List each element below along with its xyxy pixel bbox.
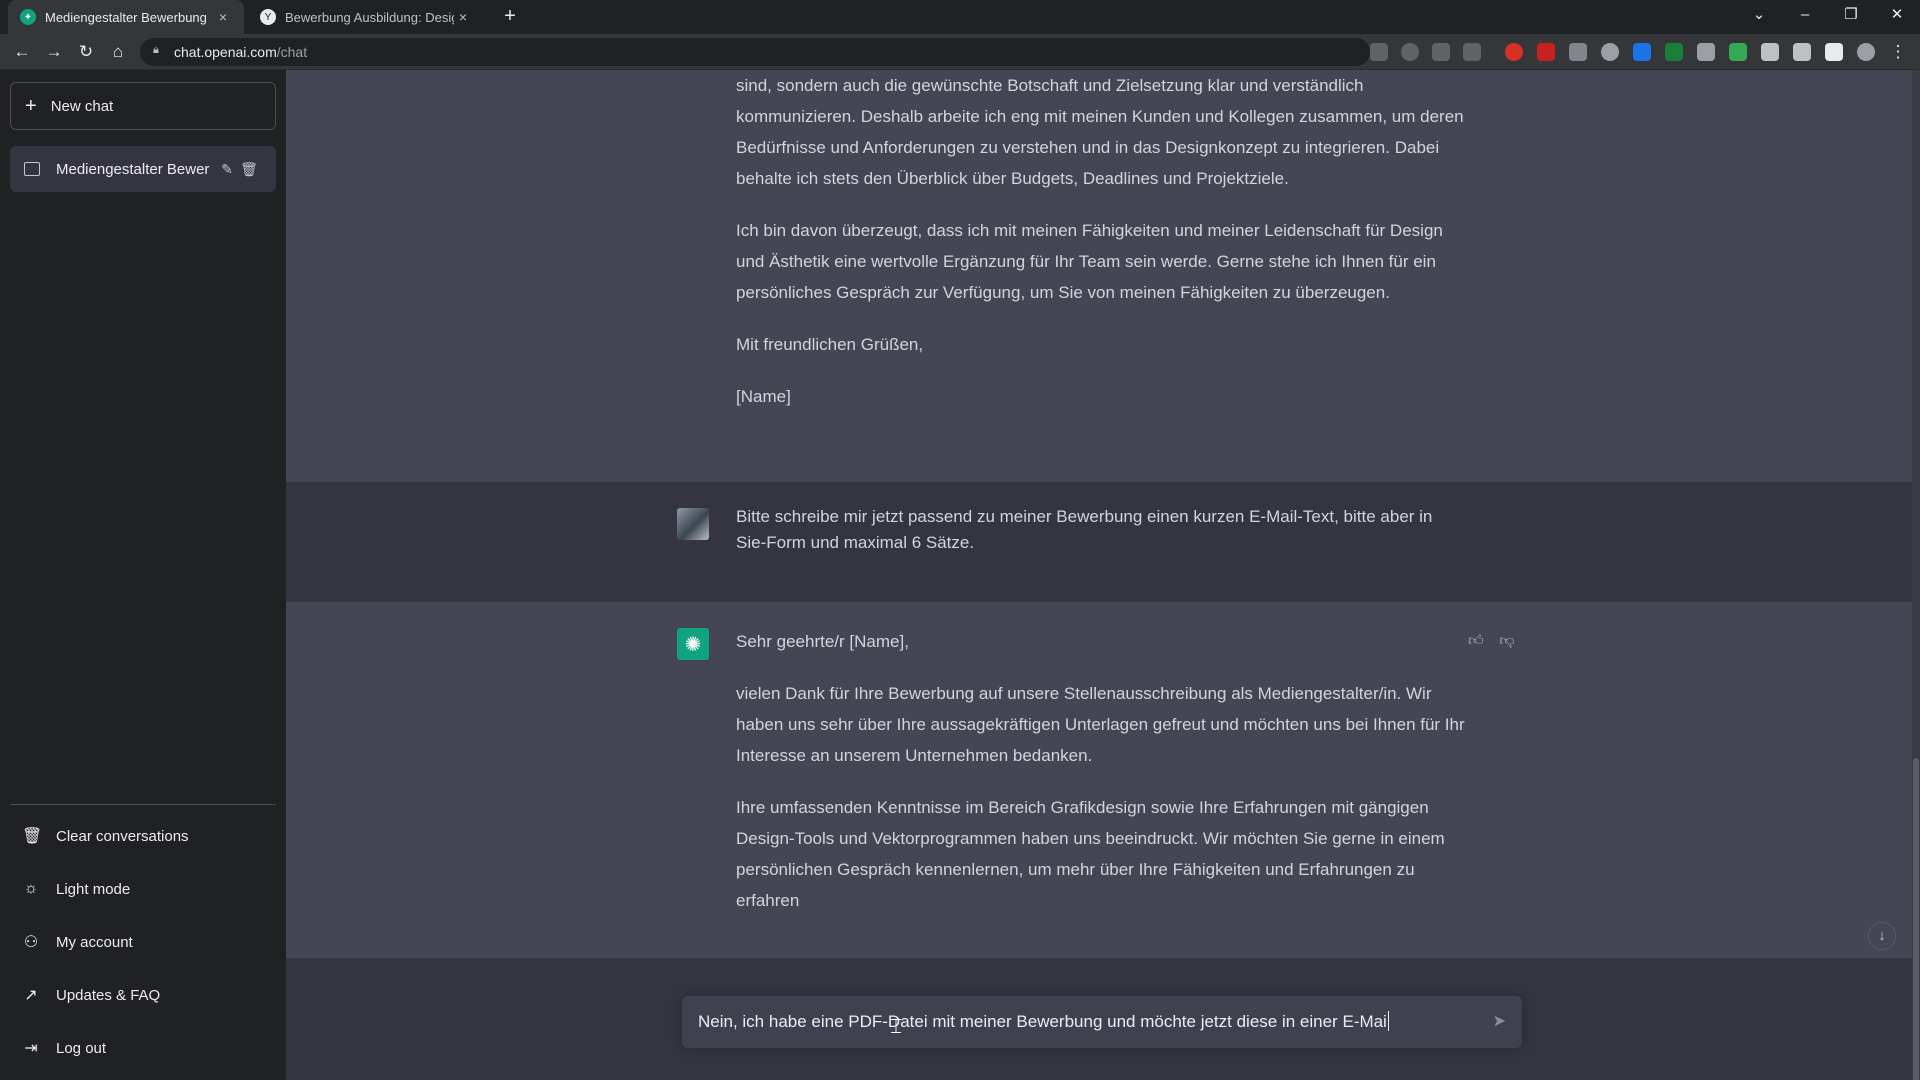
message-text: Bitte schreibe mir jetzt passend zu mein… bbox=[736, 504, 1466, 577]
puzzle-extensions-icon[interactable] bbox=[1793, 43, 1811, 61]
browser-tab-active[interactable]: ✦ Mediengestalter Bewerbung × bbox=[8, 0, 244, 34]
message-input-text[interactable]: Nein, ich habe eine PDF-Datei mit meiner… bbox=[698, 1011, 1389, 1032]
assistant-message: sind, sondern auch die gewünschte Botsch… bbox=[286, 70, 1912, 482]
bookmark-star-icon[interactable] bbox=[1463, 43, 1481, 61]
zoom-icon[interactable] bbox=[1401, 43, 1419, 61]
forward-icon[interactable]: → bbox=[42, 40, 66, 64]
tab-close-icon[interactable]: × bbox=[454, 9, 472, 25]
message-input[interactable]: Nein, ich habe eine PDF-Datei mit meiner… bbox=[682, 996, 1522, 1048]
browser-tabstrip: ✦ Mediengestalter Bewerbung × Y Bewerbun… bbox=[0, 0, 1920, 34]
menu-label: My account bbox=[56, 933, 133, 951]
extension-icon[interactable] bbox=[1601, 43, 1619, 61]
message-paragraph: Mit freundlichen Grüßen, bbox=[736, 335, 924, 354]
download-extension-icon[interactable] bbox=[1665, 43, 1683, 61]
thumbs-down-icon[interactable]: 👎︎ bbox=[1497, 632, 1517, 652]
conversation-item[interactable]: Mediengestalter Bewer ✎ 🗑︎ bbox=[10, 146, 276, 192]
message-paragraph: [Name] bbox=[736, 387, 791, 406]
lock-icon: 🔒︎ bbox=[153, 44, 159, 56]
browser-tab[interactable]: Y Bewerbung Ausbildung: Design- × bbox=[248, 0, 484, 34]
assistant-message: ✺ Sehr geehrte/r [Name], vielen Dank für… bbox=[286, 602, 1912, 958]
thumbs-up-icon[interactable]: 👍︎ bbox=[1466, 632, 1486, 652]
menu-label: Clear conversations bbox=[56, 827, 189, 845]
message-text: sind, sondern auch die gewünschte Botsch… bbox=[736, 70, 1466, 433]
new-chat-button[interactable]: + New chat bbox=[10, 82, 276, 130]
external-link-icon: ↗ bbox=[24, 987, 38, 1004]
text-caret bbox=[1387, 1011, 1389, 1031]
sidebar-divider bbox=[10, 804, 276, 805]
message-paragraph: vielen Dank für Ihre Bewerbung auf unser… bbox=[736, 684, 1465, 765]
log-out-button[interactable]: ⇥ Log out bbox=[10, 1026, 276, 1070]
openai-favicon-icon: ✦ bbox=[20, 9, 36, 25]
plus-icon: + bbox=[25, 95, 37, 117]
edit-pencil-icon[interactable]: ✎ bbox=[216, 161, 238, 178]
profile-avatar[interactable] bbox=[1857, 43, 1875, 61]
message-paragraph: Ihre umfassenden Kenntnisse im Bereich G… bbox=[736, 798, 1445, 910]
menu-label: Updates & FAQ bbox=[56, 986, 161, 1004]
scrollbar-thumb[interactable] bbox=[1913, 758, 1919, 1080]
reload-icon[interactable]: ↻ bbox=[74, 40, 98, 64]
message-paragraph: Ich bin davon überzeugt, dass ich mit me… bbox=[736, 221, 1443, 302]
side-panel-icon[interactable] bbox=[1825, 43, 1843, 61]
scroll-to-bottom-button[interactable]: ↓ bbox=[1868, 922, 1896, 950]
extension-icon[interactable] bbox=[1537, 43, 1555, 61]
address-bar[interactable]: 🔒︎ chat.openai.com/chat bbox=[140, 38, 1370, 66]
new-chat-label: New chat bbox=[50, 97, 114, 115]
tab-label: Mediengestalter Bewerbung bbox=[45, 9, 207, 25]
camera-extension-icon[interactable] bbox=[1761, 43, 1779, 61]
site-favicon-icon: Y bbox=[260, 9, 276, 25]
extension-icon[interactable] bbox=[1697, 43, 1715, 61]
sidebar: + New chat Mediengestalter Bewer ✎ 🗑︎ 🗑︎… bbox=[0, 70, 286, 1080]
user-message: Bitte schreibe mir jetzt passend zu mein… bbox=[286, 482, 1912, 602]
ibeam-cursor-icon: ⌶ bbox=[890, 1017, 902, 1041]
clear-conversations-button[interactable]: 🗑︎ Clear conversations bbox=[10, 814, 276, 858]
message-paragraph: Bitte schreibe mir jetzt passend zu mein… bbox=[736, 507, 1433, 552]
light-mode-button[interactable]: ☼ Light mode bbox=[10, 867, 276, 911]
delete-trash-icon[interactable]: 🗑︎ bbox=[238, 161, 260, 178]
menu-label: Log out bbox=[56, 1039, 107, 1057]
send-icon[interactable]: ➤ bbox=[1493, 1011, 1506, 1031]
conversation-title: Mediengestalter Bewer bbox=[56, 160, 210, 178]
tab-label: Bewerbung Ausbildung: Design- bbox=[285, 9, 454, 25]
adblock-extension-icon[interactable] bbox=[1505, 43, 1523, 61]
tab-close-icon[interactable]: × bbox=[214, 9, 232, 25]
translate-icon[interactable] bbox=[1370, 43, 1388, 61]
restore-icon[interactable]: ❐ bbox=[1828, 0, 1874, 34]
share-icon[interactable] bbox=[1432, 43, 1450, 61]
new-tab-button[interactable]: + bbox=[498, 5, 522, 29]
sun-icon: ☼ bbox=[23, 880, 39, 897]
home-icon[interactable]: ⌂ bbox=[106, 40, 130, 64]
my-account-button[interactable]: ⚇ My account bbox=[10, 920, 276, 964]
trash-icon: 🗑︎ bbox=[22, 828, 43, 845]
chat-main: sind, sondern auch die gewünschte Botsch… bbox=[286, 70, 1920, 1080]
back-icon[interactable]: ← bbox=[10, 40, 34, 64]
extension-icon[interactable] bbox=[1633, 43, 1651, 61]
extension-icon[interactable] bbox=[1569, 43, 1587, 61]
close-window-icon[interactable]: ✕ bbox=[1874, 0, 1920, 34]
message-paragraph: sind, sondern auch die gewünschte Botsch… bbox=[736, 76, 1464, 188]
openai-logo-icon: ✺ bbox=[677, 628, 709, 660]
updates-faq-link[interactable]: ↗ Updates & FAQ bbox=[10, 973, 276, 1017]
url-text: chat.openai.com/chat bbox=[174, 44, 308, 60]
tab-search-icon[interactable]: ⌄ bbox=[1736, 0, 1782, 34]
chat-bubble-icon bbox=[24, 162, 40, 176]
user-icon: ⚇ bbox=[23, 934, 39, 951]
browser-menu-icon[interactable]: ⋮ bbox=[1886, 40, 1910, 64]
message-text: Sehr geehrte/r [Name], vielen Dank für I… bbox=[736, 626, 1466, 937]
extension-icon[interactable] bbox=[1729, 43, 1747, 61]
message-paragraph: Sehr geehrte/r [Name], bbox=[736, 632, 909, 651]
minimize-icon[interactable]: – bbox=[1782, 0, 1828, 34]
logout-icon: ⇥ bbox=[24, 1040, 38, 1057]
browser-toolbar: ← → ↻ ⌂ 🔒︎ chat.openai.com/chat ⋮ bbox=[0, 34, 1920, 70]
menu-label: Light mode bbox=[56, 880, 131, 898]
user-avatar bbox=[677, 508, 709, 540]
